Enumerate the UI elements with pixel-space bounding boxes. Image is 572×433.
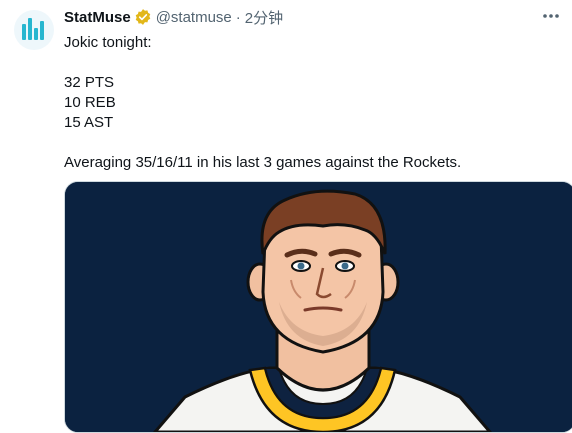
tweet-line [64,53,558,73]
author-handle[interactable]: @statmuse [156,9,232,26]
player-illustration [65,182,572,432]
tweet-line: 10 REB [64,94,116,111]
tweet-text: Jokic tonight: 32 PTS 10 REB 15 AST Aver… [64,33,558,173]
tweet-media-image[interactable] [64,181,572,433]
statmuse-logo-icon [22,18,44,40]
tweet-line: Averaging 35/16/11 in his last 3 games a… [64,154,462,171]
author-name[interactable]: StatMuse [64,9,131,26]
tweet-line: 32 PTS [64,74,115,91]
tweet-line: Jokic tonight: [64,34,152,51]
more-horizontal-icon[interactable] [540,8,562,24]
gold-verified-badge-icon[interactable] [134,8,152,26]
tweet-card[interactable]: StatMuse @statmuse · 2分钟 Jokic tonight: … [0,0,572,433]
statmuse-avatar[interactable] [14,10,54,50]
tweet-header: StatMuse @statmuse · 2分钟 [64,7,283,27]
separator-dot: · [235,8,241,26]
tweet-line: 15 AST [64,114,114,131]
tweet-line [64,133,558,153]
tweet-timestamp[interactable]: 2分钟 [245,7,283,28]
